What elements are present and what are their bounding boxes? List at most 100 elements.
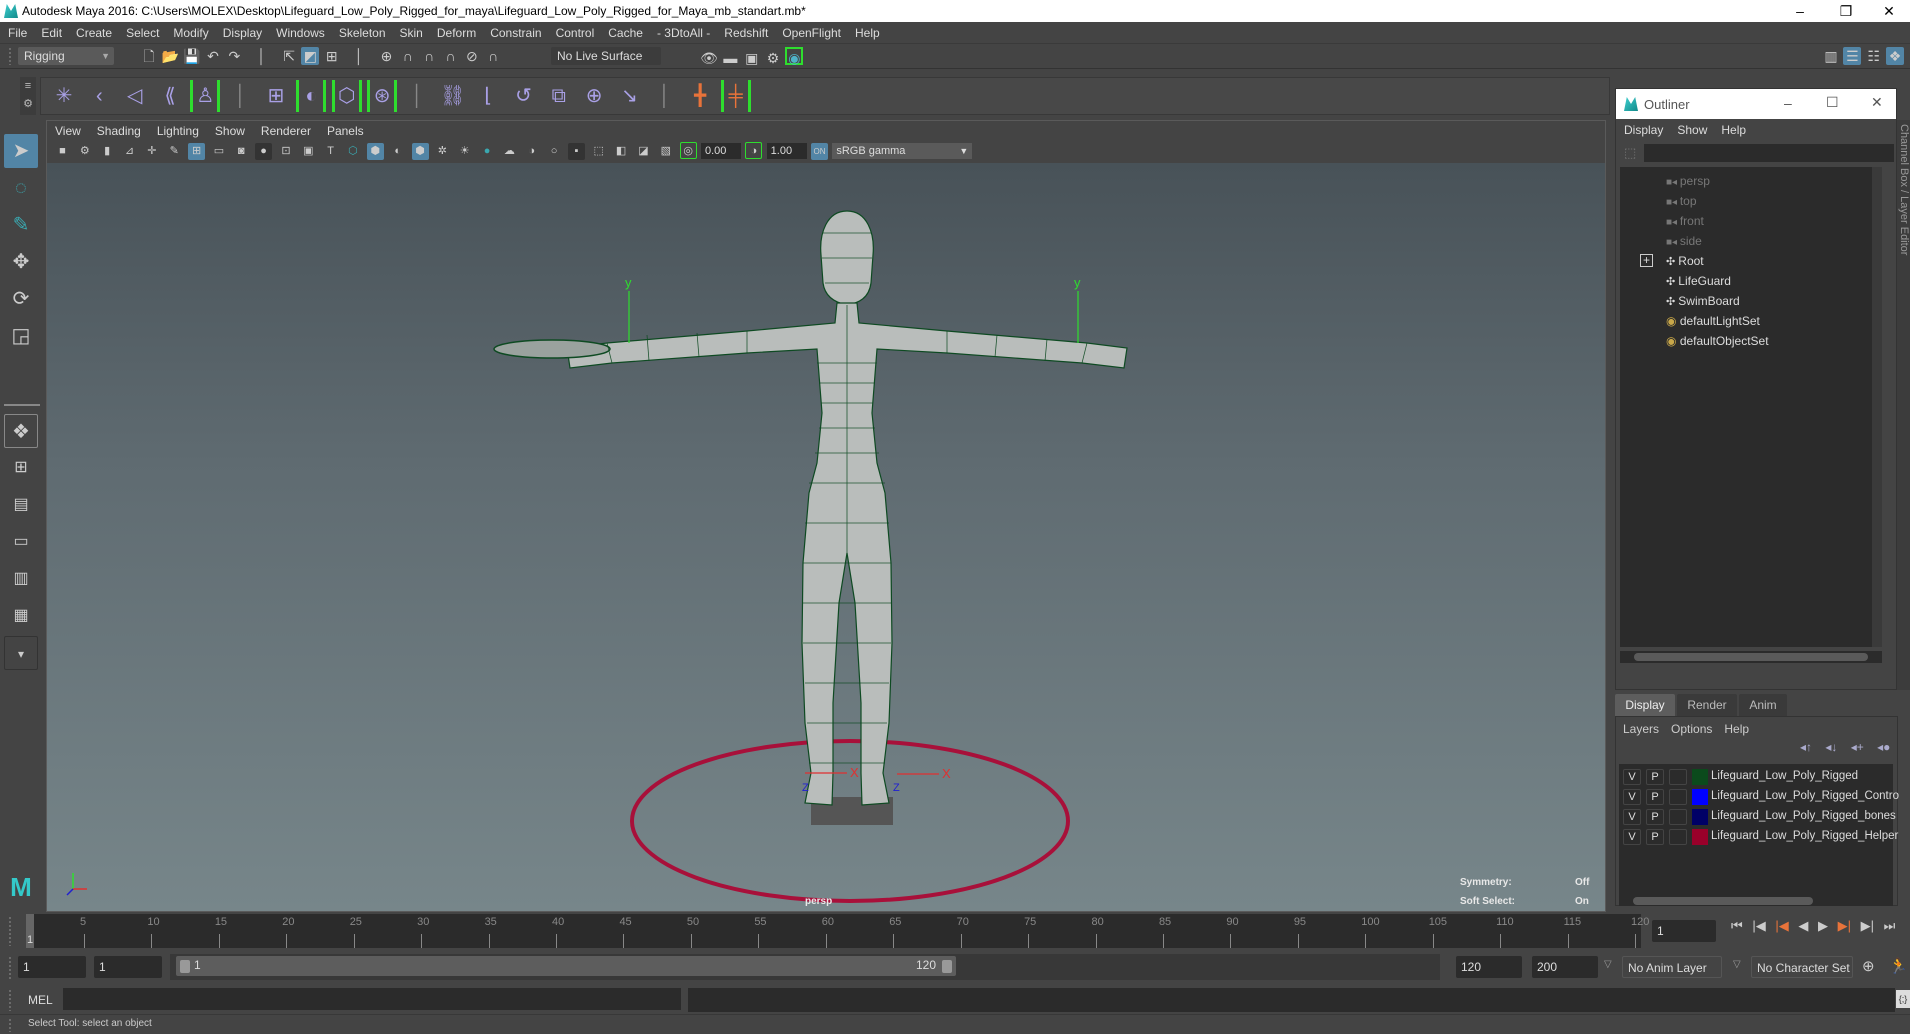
move-tool-icon[interactable]: ✥: [4, 245, 38, 279]
minimize-button[interactable]: –: [1777, 0, 1823, 22]
layer-row[interactable]: V P Lifeguard_Low_Poly_Rigged: [1619, 767, 1893, 787]
exposure-icon[interactable]: ◎: [679, 142, 697, 159]
anim-layer-chevron-icon[interactable]: ▽: [1604, 959, 1612, 970]
safe-action-icon[interactable]: ▣: [300, 143, 317, 160]
playback-end-field[interactable]: 120: [1456, 956, 1522, 978]
viewport-menu-panels[interactable]: Panels: [319, 121, 372, 141]
play-forwards-icon[interactable]: ▶: [1815, 918, 1831, 933]
outliner-item[interactable]: ■◂ side: [1620, 231, 1882, 251]
display-type-toggle[interactable]: [1669, 829, 1687, 845]
layer-menu-help[interactable]: Help: [1724, 722, 1749, 736]
outliner-item[interactable]: ◉ defaultObjectSet: [1620, 331, 1882, 351]
four-view-layout-icon[interactable]: ⊞: [4, 451, 38, 485]
snap-view-plane-icon[interactable]: ∩: [441, 47, 459, 65]
modeling-toolkit-icon[interactable]: ▥: [1822, 47, 1840, 65]
menu-windows[interactable]: Windows: [269, 22, 332, 44]
mel-label[interactable]: MEL: [28, 993, 53, 1007]
paint-weights-icon[interactable]: ⬡: [331, 80, 362, 112]
shadows-icon[interactable]: ●: [479, 143, 496, 160]
snap-curve-icon[interactable]: ∩: [399, 47, 417, 65]
live-surface-field[interactable]: No Live Surface: [551, 47, 661, 65]
grease-pencil-icon[interactable]: ✎: [166, 143, 183, 160]
save-scene-icon[interactable]: 💾: [183, 47, 201, 65]
menu-constrain[interactable]: Constrain: [483, 22, 548, 44]
film-gate-icon[interactable]: ▭: [210, 143, 227, 160]
layer-row[interactable]: V P Lifeguard_Low_Poly_Rigged_bones: [1619, 807, 1896, 827]
menu-control[interactable]: Control: [549, 22, 602, 44]
animation-end-field[interactable]: 200: [1532, 956, 1598, 978]
single-view-layout-icon[interactable]: ❖: [4, 414, 38, 448]
playback-toggle[interactable]: P: [1646, 789, 1664, 805]
select-camera-icon[interactable]: ■: [54, 143, 71, 160]
step-back-key-icon[interactable]: |◀: [1772, 918, 1791, 933]
undo-icon[interactable]: ↶: [204, 47, 222, 65]
outliner-item[interactable]: + ✣ Root: [1620, 251, 1882, 271]
parent-constraint-icon[interactable]: ⛓: [438, 80, 468, 112]
isolate-select-icon[interactable]: ⬚: [590, 143, 607, 160]
use-all-lights-icon[interactable]: ☀: [456, 143, 473, 160]
snap-surface-icon[interactable]: ⊘: [463, 47, 481, 65]
layer-color-swatch[interactable]: [1692, 809, 1708, 825]
menu-edit[interactable]: Edit: [34, 22, 69, 44]
menu-modify[interactable]: Modify: [166, 22, 215, 44]
redo-icon[interactable]: ↷: [225, 47, 243, 65]
outliner-item[interactable]: ■◂ persp: [1620, 171, 1882, 191]
move-layer-up-icon[interactable]: ◂↑: [1795, 740, 1817, 754]
viewport-menu-show[interactable]: Show: [207, 121, 253, 141]
new-layer-selected-icon[interactable]: ◂●: [1872, 740, 1895, 754]
outliner-horizontal-scrollbar[interactable]: [1620, 651, 1882, 663]
outliner-search-input[interactable]: [1644, 144, 1894, 162]
xray-joints-icon[interactable]: ▧: [657, 143, 674, 160]
resolution-gate-icon[interactable]: ◙: [233, 143, 250, 160]
menu-deform[interactable]: Deform: [430, 22, 483, 44]
outliner-item[interactable]: ✣ LifeGuard: [1620, 271, 1882, 291]
snap-point-icon[interactable]: ∩: [420, 47, 438, 65]
joint-tool-icon[interactable]: ✳: [49, 80, 79, 112]
xray-icon[interactable]: ◧: [613, 143, 630, 160]
pole-vector-icon[interactable]: ↘: [615, 80, 645, 112]
outliner-vertical-scrollbar[interactable]: [1872, 167, 1882, 647]
drag-handle[interactable]: [8, 1018, 12, 1032]
outliner-persp-layout-icon[interactable]: ▤: [4, 488, 38, 522]
visibility-toggle[interactable]: V: [1623, 809, 1641, 825]
script-editor-icon[interactable]: {;}: [1896, 990, 1910, 1008]
multisample-aa-icon[interactable]: ○: [546, 143, 563, 160]
move-layer-down-icon[interactable]: ◂↓: [1820, 740, 1842, 754]
select-by-hierarchy-icon[interactable]: ⇱: [280, 47, 298, 65]
new-scene-icon[interactable]: 🗋: [140, 47, 158, 65]
outliner-menu-show[interactable]: Show: [1670, 119, 1714, 141]
drag-handle[interactable]: [8, 956, 12, 980]
menu-skin[interactable]: Skin: [393, 22, 430, 44]
screen-space-ao-icon[interactable]: ☁: [501, 143, 518, 160]
menu-select[interactable]: Select: [119, 22, 166, 44]
outliner-maximize-button[interactable]: ☐: [1826, 94, 1839, 111]
menu-create[interactable]: Create: [69, 22, 119, 44]
viewport-menu-view[interactable]: View: [47, 121, 89, 141]
field-chart-icon[interactable]: ⊡: [277, 143, 294, 160]
tool-settings-icon[interactable]: ☷: [1865, 47, 1883, 65]
persp-outliner-graph-layout-icon[interactable]: ▦: [4, 599, 38, 633]
menu-skeleton[interactable]: Skeleton: [332, 22, 393, 44]
ik-spline-icon[interactable]: ⟪: [155, 80, 185, 112]
layer-horizontal-scrollbar[interactable]: [1619, 896, 1893, 906]
layer-color-swatch[interactable]: [1692, 769, 1708, 785]
viewport-menu-lighting[interactable]: Lighting: [149, 121, 207, 141]
menu-redshift[interactable]: Redshift: [717, 22, 775, 44]
tab-display[interactable]: Display: [1615, 694, 1675, 716]
play-backwards-icon[interactable]: ◀: [1795, 918, 1811, 933]
color-management-toggle-icon[interactable]: ON: [811, 143, 828, 160]
channel-box-icon[interactable]: ❖: [1886, 47, 1905, 65]
character-set-field[interactable]: No Character Set: [1751, 956, 1853, 978]
select-by-component-icon[interactable]: ⊞: [323, 47, 341, 65]
range-start-handle[interactable]: [180, 960, 190, 973]
go-to-end-icon[interactable]: ⏭: [1881, 918, 1899, 933]
channel-box-side-tab[interactable]: Channel Box / Layer Editor: [1897, 120, 1910, 690]
point-constraint-icon[interactable]: ⌊: [473, 80, 503, 112]
menu-cache[interactable]: Cache: [601, 22, 650, 44]
step-back-frame-icon[interactable]: |◀: [1749, 918, 1768, 933]
display-type-toggle[interactable]: [1669, 809, 1687, 825]
step-forward-frame-icon[interactable]: ▶|: [1858, 918, 1877, 933]
scale-tool-icon[interactable]: ◲: [4, 319, 38, 353]
textured-icon[interactable]: ✲: [434, 143, 451, 160]
insert-joint-icon[interactable]: ‹: [84, 80, 114, 112]
